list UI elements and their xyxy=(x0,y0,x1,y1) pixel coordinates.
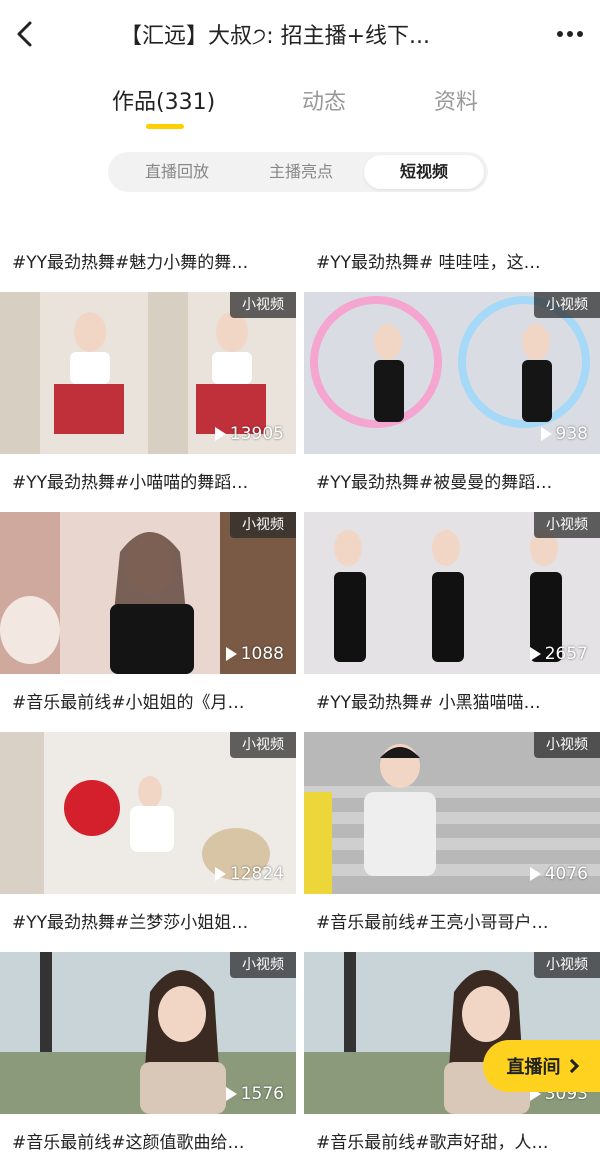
top-bar: 【汇远】大叔੭: 招主播+线下... xyxy=(0,0,600,68)
segment-live-replay[interactable]: 直播回放 xyxy=(122,152,232,192)
tab-activity[interactable]: 动态 xyxy=(302,84,346,116)
short-video-badge: 小视频 xyxy=(230,512,296,538)
play-icon xyxy=(225,647,237,661)
video-title[interactable]: #YY最劲热舞#被曼曼的舞蹈… xyxy=(316,468,600,498)
short-video-badge: 小视频 xyxy=(534,732,600,758)
video-title[interactable]: #YY最劲热舞#兰梦莎小姐姐… xyxy=(12,908,296,938)
main-tabs: 作品(331) 动态 资料 xyxy=(0,84,600,134)
play-icon xyxy=(225,1087,237,1101)
video-thumbnail[interactable]: 小视频 4076 xyxy=(304,732,600,894)
video-title[interactable]: #YY最劲热舞#魅力小舞的舞… xyxy=(12,248,296,278)
video-thumbnail[interactable]: 小视频 13905 xyxy=(0,292,296,454)
play-icon xyxy=(214,427,226,441)
short-video-badge: 小视频 xyxy=(534,952,600,978)
view-count: 2657 xyxy=(529,644,588,664)
segment-short-video[interactable]: 短视频 xyxy=(364,155,484,189)
video-title[interactable]: #音乐最前线#歌声好甜，人… xyxy=(316,1128,600,1158)
view-count: 1576 xyxy=(225,1084,284,1104)
video-thumbnail[interactable]: 小视频 1088 xyxy=(0,512,296,674)
chevron-left-icon xyxy=(17,21,32,47)
back-button[interactable] xyxy=(6,14,46,54)
play-icon xyxy=(214,867,226,881)
view-count-value: 13905 xyxy=(229,424,284,444)
view-count-value: 2657 xyxy=(544,644,588,664)
video-type-segmented-control: 直播回放 主播亮点 短视频 xyxy=(108,152,488,192)
tab-works[interactable]: 作品(331) xyxy=(112,84,215,116)
video-thumbnail[interactable]: 小视频 2657 xyxy=(304,512,600,674)
play-icon xyxy=(540,427,552,441)
live-room-button[interactable]: 直播间 xyxy=(483,1040,600,1092)
short-video-badge: 小视频 xyxy=(534,292,600,318)
view-count-value: 12824 xyxy=(229,864,284,884)
short-video-badge: 小视频 xyxy=(534,512,600,538)
tab-profile[interactable]: 资料 xyxy=(434,84,478,116)
short-video-badge: 小视频 xyxy=(230,952,296,978)
video-thumbnail[interactable]: 小视频 938 xyxy=(304,292,600,454)
view-count-value: 1576 xyxy=(240,1084,284,1104)
view-count-value: 938 xyxy=(555,424,588,444)
short-video-badge: 小视频 xyxy=(230,292,296,318)
view-count: 938 xyxy=(540,424,588,444)
view-count: 4076 xyxy=(529,864,588,884)
video-title[interactable]: #YY最劲热舞# 小黑猫喵喵… xyxy=(316,688,600,718)
more-button[interactable] xyxy=(548,20,592,48)
video-thumbnail[interactable]: 小视频 1576 xyxy=(0,952,296,1114)
video-thumbnail[interactable]: 小视频 12824 xyxy=(0,732,296,894)
view-count-value: 1088 xyxy=(240,644,284,664)
view-count: 12824 xyxy=(214,864,284,884)
segment-highlights[interactable]: 主播亮点 xyxy=(246,152,356,192)
video-title[interactable]: #YY最劲热舞#小喵喵的舞蹈… xyxy=(12,468,296,498)
chevron-right-icon xyxy=(564,1058,579,1074)
play-icon xyxy=(529,867,541,881)
short-video-badge: 小视频 xyxy=(230,732,296,758)
video-title[interactable]: #音乐最前线#小姐姐的《月… xyxy=(12,688,296,718)
video-title[interactable]: #音乐最前线#王亮小哥哥户… xyxy=(316,908,600,938)
play-icon xyxy=(529,647,541,661)
video-title[interactable]: #音乐最前线#这颜值歌曲给… xyxy=(12,1128,296,1158)
page-title: 【汇远】大叔੭: 招主播+线下... xyxy=(120,24,431,49)
active-tab-indicator xyxy=(146,124,184,129)
view-count: 13905 xyxy=(214,424,284,444)
view-count: 1088 xyxy=(225,644,284,664)
video-title[interactable]: #YY最劲热舞# 哇哇哇，这… xyxy=(316,248,600,278)
view-count-value: 4076 xyxy=(544,864,588,884)
live-room-label: 直播间 xyxy=(506,1057,561,1078)
more-dots-icon xyxy=(557,31,583,37)
